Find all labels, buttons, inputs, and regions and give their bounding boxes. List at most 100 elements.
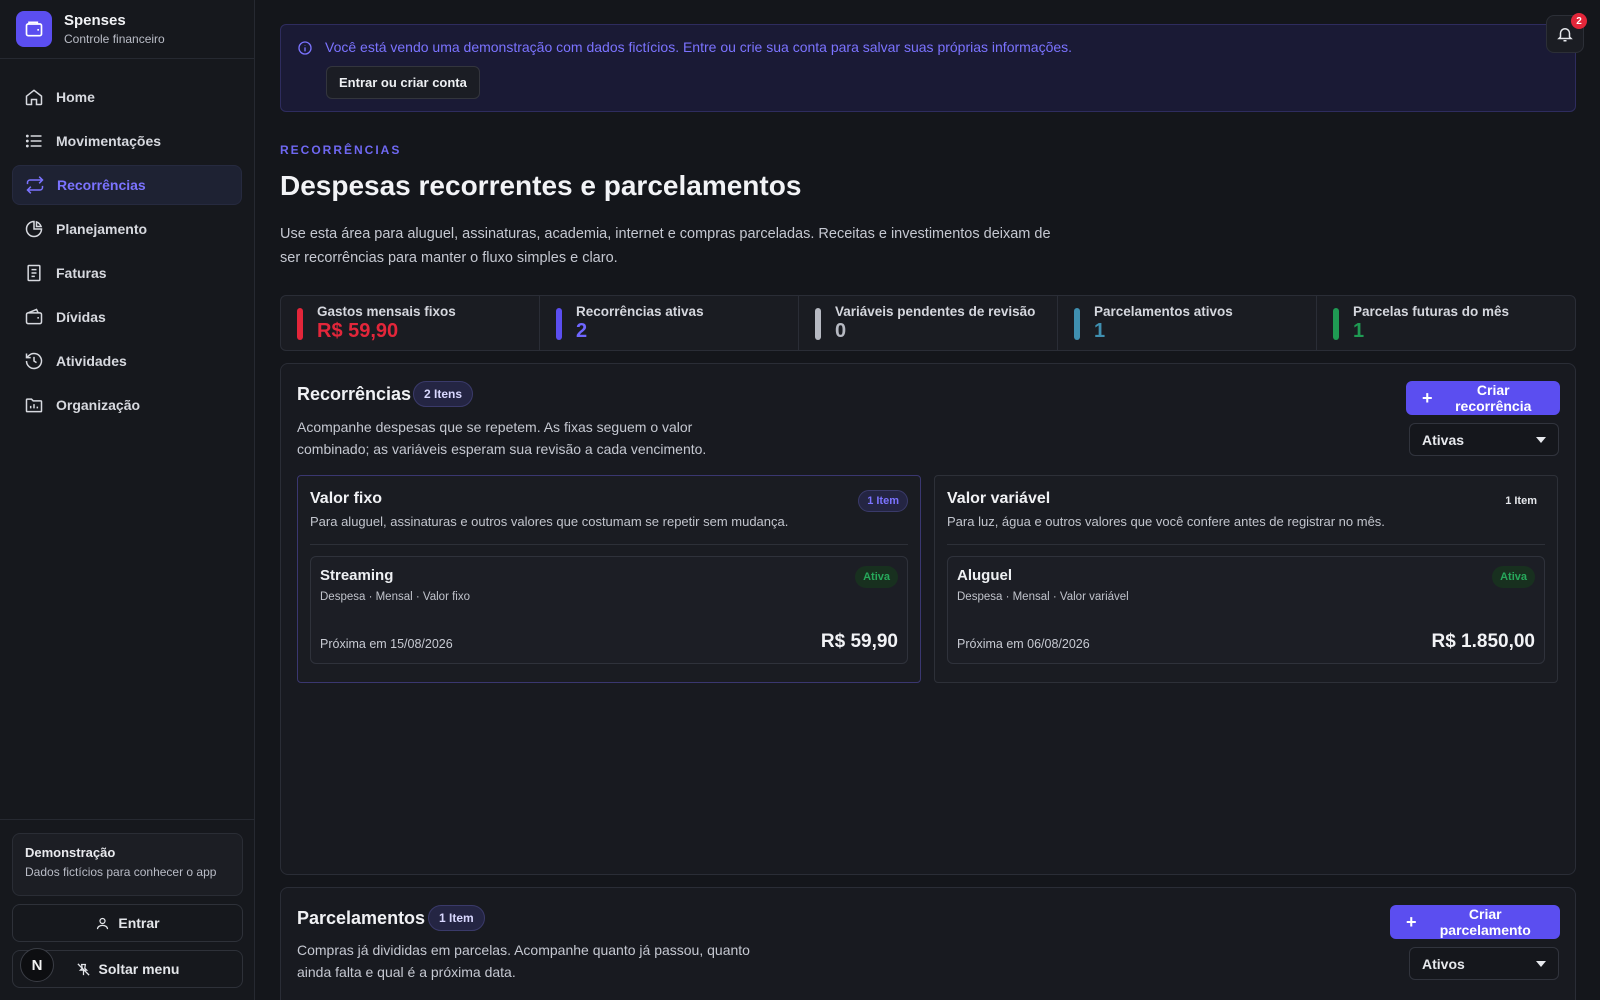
app-subtitle: Controle financeiro [64,32,165,46]
create-installment-label: Criar parcelamento [1439,906,1531,938]
group-description: Para aluguel, assinaturas e outros valor… [310,514,789,529]
stat-value: 2 [576,320,588,342]
status-badge: Ativa [855,566,898,588]
chevron-down-icon [1536,960,1546,967]
group-count-pill: 1 Item [1505,495,1537,507]
login-or-signup-button[interactable]: Entrar ou criar conta [326,66,480,99]
page-title: Despesas recorrentes e parcelamentos [280,170,802,201]
sidebar: Spenses Controle financeiro Home Movimen… [0,0,255,1000]
nav-label: Movimentações [56,133,162,149]
recurrence-card-aluguel[interactable]: Aluguel Ativa Despesa · Mensal · Valor v… [947,556,1545,664]
recurrence-card-streaming[interactable]: Streaming Ativa Despesa · Mensal · Valor… [310,556,908,664]
stat-value: 1 [1353,320,1365,342]
nav-label: Faturas [56,265,107,281]
notifications-button[interactable]: 2 [1546,13,1587,53]
status-badge: Ativa [1492,566,1535,588]
nav-label: Organização [56,397,141,413]
nav-item-movimentacoes[interactable]: Movimentações [12,121,242,161]
stat-label: Recorrências ativas [576,304,704,319]
installments-count-pill: 1 Item [428,905,485,931]
create-recurrence-label: Criar recorrência [1455,382,1532,414]
notification-count-badge: 2 [1571,13,1587,29]
nav-item-faturas[interactable]: Faturas [12,253,242,293]
page-description: Use esta área para aluguel, assinaturas,… [280,226,1051,266]
info-icon [298,41,312,55]
demo-card: Demonstração Dados fictícios para conhec… [12,833,243,896]
group-title: Valor fixo [310,490,383,507]
nav-item-home[interactable]: Home [12,77,242,117]
create-installment-button[interactable]: + Criar parcelamento [1390,905,1560,939]
stat-active-installments: Parcelamentos ativos 1 [1058,296,1317,350]
brand[interactable]: Spenses Controle financeiro [0,0,254,59]
fixed-value-group: Valor fixo 1 Item Para aluguel, assinatu… [297,475,921,683]
recurrences-panel: Recorrências 2 Itens Acompanhe despesas … [280,363,1576,875]
nav-item-recorrencias[interactable]: Recorrências [12,165,242,205]
card-meta: Despesa · Mensal · Valor fixo [320,591,470,603]
nav-label: Home [56,89,95,105]
nav-label: Atividades [56,353,127,369]
list-icon [25,134,42,148]
nav-item-atividades[interactable]: Atividades [12,341,242,381]
stat-color-bar [556,308,562,340]
stat-color-bar [815,308,821,340]
stat-label: Gastos mensais fixos [317,304,456,319]
main-nav: Home Movimentações Recorrências Planejam… [0,59,254,447]
stat-active-recurrences: Recorrências ativas 2 [540,296,799,350]
login-label: Entrar [118,915,160,931]
stat-label: Variáveis pendentes de revisão [835,304,1036,319]
stat-color-bar [297,308,303,340]
card-title: Streaming [320,567,394,584]
recurrences-description: Acompanhe despesas que se repetem. As fi… [297,419,707,457]
login-button[interactable]: Entrar [12,904,243,942]
nav-label: Dívidas [56,309,106,325]
stat-value: 0 [835,320,847,342]
stat-value: R$ 59,90 [317,320,399,342]
nav-label: Recorrências [57,177,146,193]
divider [947,544,1545,545]
nav-item-dividas[interactable]: Dívidas [12,297,242,337]
installments-panel: Parcelamentos 1 Item Compras já dividida… [280,887,1576,1000]
stat-future-installments: Parcelas futuras do mês 1 [1317,296,1575,350]
pie-icon [25,220,43,238]
unpin-icon [76,962,90,976]
banner-text: Você está vendo uma demonstração com dad… [325,39,1073,55]
card-amount: R$ 59,90 [820,631,898,652]
plus-icon: + [1422,388,1433,408]
plus-icon: + [1406,912,1417,932]
card-meta: Despesa · Mensal · Valor variável [957,591,1129,603]
installments-description: Compras já divididas em parcelas. Acompa… [297,942,750,980]
bell-icon [1557,28,1573,42]
demo-subtitle: Dados fictícios para conhecer o app [25,865,217,879]
demo-banner: Você está vendo uma demonstração com dad… [280,24,1576,112]
variable-value-group: Valor variável 1 Item Para luz, água e o… [934,475,1558,683]
recurrences-filter-select[interactable]: Ativas [1409,423,1559,456]
sidebar-divider [0,819,255,820]
n-logo-badge[interactable]: N [20,948,54,982]
recurrences-filter-value: Ativas [1422,431,1465,448]
unpin-label: Soltar menu [98,961,180,977]
main-content: Você está vendo uma demonstração com dad… [280,0,1587,1000]
demo-title: Demonstração [25,845,116,860]
installments-filter-select[interactable]: Ativos [1409,947,1559,980]
app-name: Spenses [64,12,126,29]
card-next-date: Próxima em 06/08/2026 [957,637,1090,651]
home-icon [25,89,43,106]
page-kicker: RECORRÊNCIAS [280,143,402,157]
installments-filter-value: Ativos [1422,955,1465,972]
recurrences-title: Recorrências [297,384,412,404]
stat-pending-variables: Variáveis pendentes de revisão 0 [799,296,1058,350]
stat-color-bar [1074,308,1080,340]
wallet-logo-icon [16,11,52,47]
nav-item-planejamento[interactable]: Planejamento [12,209,242,249]
stats-bar: Gastos mensais fixos R$ 59,90 Recorrênci… [280,295,1576,351]
chevron-down-icon [1536,436,1546,443]
card-title: Aluguel [957,567,1012,584]
stat-color-bar [1333,308,1339,340]
group-description: Para luz, água e outros valores que você… [947,514,1385,529]
nav-item-organizacao[interactable]: Organização [12,385,242,425]
card-next-date: Próxima em 15/08/2026 [320,637,453,651]
stat-label: Parcelamentos ativos [1094,304,1233,319]
card-amount: R$ 1.850,00 [1431,631,1535,652]
create-recurrence-button[interactable]: + Criar recorrência [1406,381,1560,415]
divider [310,544,908,545]
